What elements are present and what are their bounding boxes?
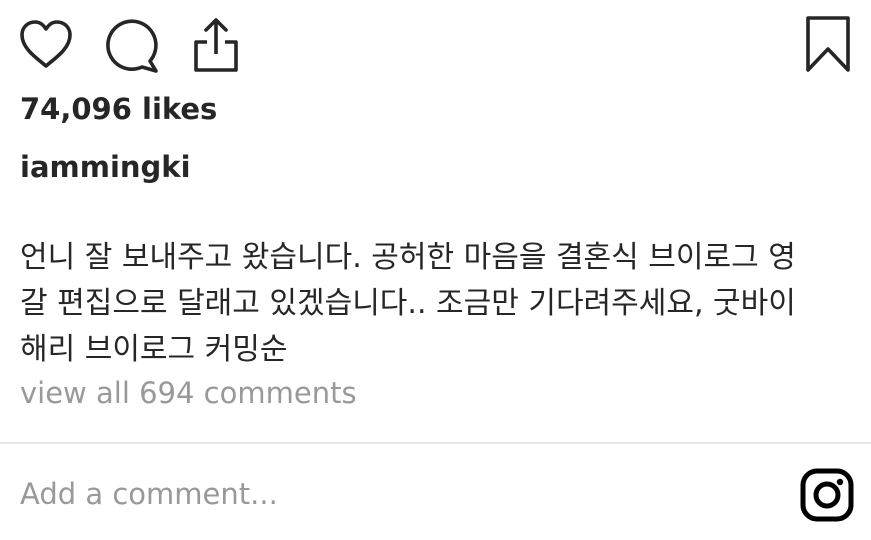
comment-input[interactable]: [20, 470, 760, 518]
instagram-logo-icon: [800, 468, 854, 522]
share-button[interactable]: [186, 14, 246, 74]
speech-bubble-icon: [106, 19, 158, 73]
comment-button[interactable]: [100, 16, 164, 76]
view-all-comments-link[interactable]: view all 694 comments: [20, 376, 357, 410]
heart-icon: [20, 20, 72, 68]
likes-count[interactable]: 74,096 likes: [20, 92, 217, 126]
save-button[interactable]: [800, 14, 856, 76]
caption-line: 갈 편집으로 달래고 있겠습니다.. 조금만 기다려주세요, 굿바이: [20, 286, 796, 321]
instagram-logo-button[interactable]: [798, 466, 856, 524]
share-upload-icon: [194, 18, 238, 72]
divider: [0, 442, 871, 444]
caption-line: 해리 브이로그 커밍순: [20, 332, 288, 367]
like-button[interactable]: [16, 16, 76, 72]
caption-line: 언니 잘 보내주고 왔습니다. 공허한 마음을 결혼식 브이로그 영: [20, 240, 796, 275]
bookmark-icon: [806, 16, 850, 72]
post-username[interactable]: iammingki: [20, 150, 191, 184]
post-caption: 언니 잘 보내주고 왔습니다. 공허한 마음을 결혼식 브이로그 영 갈 편집으…: [20, 235, 855, 373]
